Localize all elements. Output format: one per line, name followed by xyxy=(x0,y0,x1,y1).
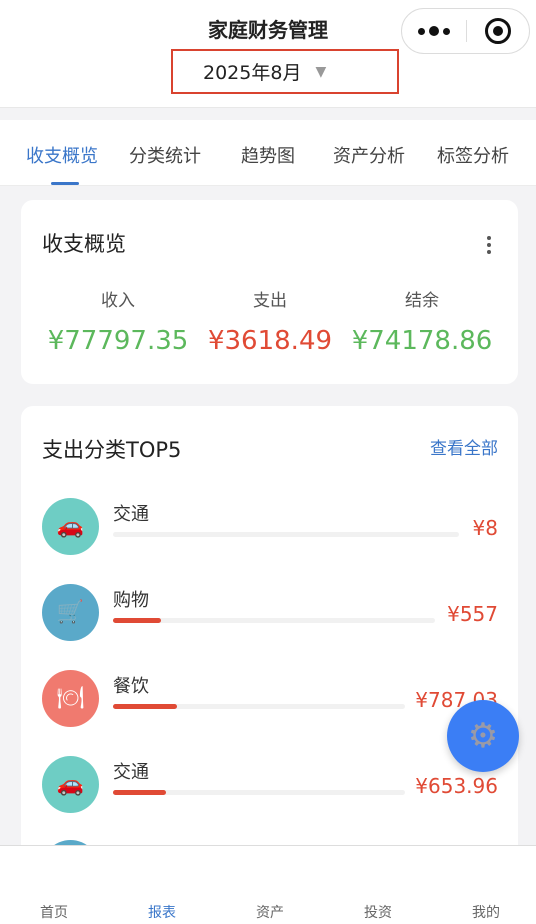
top5-title: 支出分类TOP5 xyxy=(42,438,182,462)
progress-track xyxy=(113,532,459,537)
view-all-link[interactable]: 查看全部 xyxy=(430,434,498,459)
car-icon: 🚗 xyxy=(42,498,99,555)
list-item[interactable]: 🚗 交通 ¥8 xyxy=(21,498,518,568)
tab-trend[interactable]: 趋势图 xyxy=(241,142,295,168)
month-label: 2025年8月 xyxy=(203,62,302,84)
report-tabs: 收支概览 分类统计 趋势图 资产分析 标签分析 xyxy=(0,120,536,186)
more-vertical-icon[interactable] xyxy=(486,236,492,254)
expense-value: ¥3618.49 xyxy=(207,326,333,356)
progress-fill xyxy=(113,704,178,709)
category-amount: ¥557 xyxy=(447,602,498,626)
nav-investments[interactable]: 投资 xyxy=(348,902,408,922)
category-name: 交通 xyxy=(113,762,149,783)
progress-track xyxy=(113,704,405,709)
list-item[interactable]: 🛒 购物 ¥557 xyxy=(21,584,518,654)
list-item[interactable]: 🚗 交通 ¥653.96 xyxy=(21,756,518,826)
nav-reports[interactable]: 报表 xyxy=(132,902,192,922)
close-mini-program-button[interactable] xyxy=(467,18,529,44)
target-icon xyxy=(485,18,511,44)
income-label: 收入 xyxy=(101,291,135,311)
more-menu-button[interactable] xyxy=(402,26,466,36)
category-name: 购物 xyxy=(113,590,149,611)
progress-fill xyxy=(113,618,162,623)
month-picker[interactable]: 2025年8月 ▼ xyxy=(171,49,399,94)
category-name: 餐饮 xyxy=(113,676,149,697)
mini-program-capsule xyxy=(401,8,530,54)
tab-asset-analysis[interactable]: 资产分析 xyxy=(333,142,405,168)
progress-fill xyxy=(113,790,166,795)
balance-label: 结余 xyxy=(405,291,439,311)
category-amount: ¥653.96 xyxy=(415,774,498,798)
balance-value: ¥74178.86 xyxy=(351,326,493,356)
tab-tag-analysis[interactable]: 标签分析 xyxy=(437,142,509,168)
cart-icon: 🛒 xyxy=(42,584,99,641)
tab-overview[interactable]: 收支概览 xyxy=(26,142,98,168)
list-item[interactable]: 🍽 餐饮 ¥787.03 xyxy=(21,670,518,740)
expense-label: 支出 xyxy=(253,291,287,311)
active-tab-indicator xyxy=(51,182,79,185)
progress-track xyxy=(113,618,435,623)
expense-top5-card: 支出分类TOP5 查看全部 🚗 交通 ¥8 🛒 购物 ¥557 🍽 餐饮 ¥78… xyxy=(21,406,518,866)
progress-track xyxy=(113,790,405,795)
overview-title: 收支概览 xyxy=(42,232,126,256)
nav-me[interactable]: 我的 xyxy=(456,902,516,922)
nav-home[interactable]: 首页 xyxy=(24,902,84,922)
header-bar: 家庭财务管理 2025年8月 ▼ xyxy=(0,0,536,108)
car-icon: 🚗 xyxy=(42,756,99,813)
tab-category-stats[interactable]: 分类统计 xyxy=(129,142,201,168)
category-amount: ¥8 xyxy=(472,516,498,540)
nav-assets[interactable]: 资产 xyxy=(240,902,300,922)
caret-down-icon: ▼ xyxy=(315,63,327,80)
overview-card: 收支概览 收入 支出 结余 ¥77797.35 ¥3618.49 ¥74178.… xyxy=(21,200,518,384)
gear-icon: ⚙ xyxy=(467,716,499,756)
income-value: ¥77797.35 xyxy=(47,326,189,356)
settings-fab[interactable]: ⚙ xyxy=(447,700,519,772)
category-name: 交通 xyxy=(113,504,149,525)
plate-icon: 🍽 xyxy=(42,670,99,727)
bottom-nav: 首页 报表 资产 投资 我的 xyxy=(0,845,536,924)
